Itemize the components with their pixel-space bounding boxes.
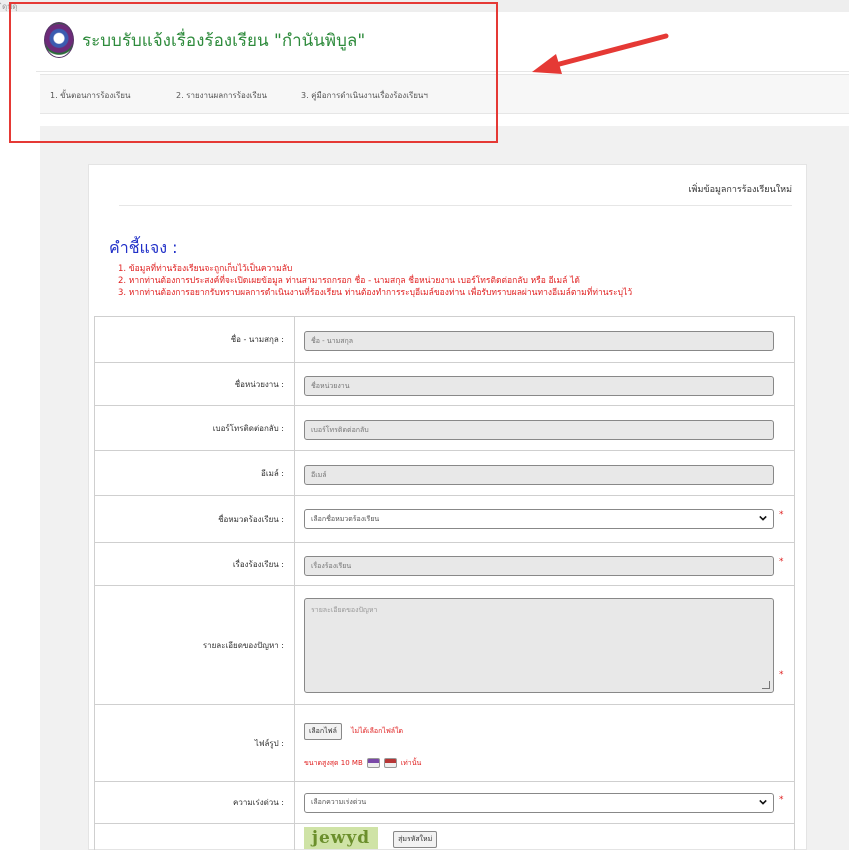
required-marker: *	[779, 795, 784, 805]
urgency-selected-value: เลือกความเร่งด่วน	[311, 798, 367, 806]
phone-input[interactable]	[304, 419, 774, 440]
subject-label: เรื่องร้องเรียน :	[94, 542, 295, 586]
card-title: เพิ่มข้อมูลการร้องเรียนใหม่	[688, 185, 792, 195]
details-placeholder: รายละเอียดของปัญหา	[311, 605, 378, 614]
form-row-agency: ชื่อหน่วยงาน :	[94, 362, 795, 406]
chevron-down-icon	[759, 799, 767, 805]
no-file-chosen-text: ไม่ได้เลือกไฟล์ใด	[350, 726, 404, 735]
choose-file-button[interactable]: เลือกไฟล์	[304, 722, 342, 740]
required-marker: *	[779, 557, 784, 567]
subject-input[interactable]	[304, 555, 774, 576]
complaint-form-table: ชื่อ - นามสกุล : ชื่อหน่วยงาน : เบอร์โทร…	[94, 316, 795, 850]
form-row-phone: เบอร์โทรติดต่อกลับ :	[94, 405, 795, 451]
form-row-urgency: ความเร่งด่วน : เลือกความเร่งด่วน *	[94, 781, 795, 824]
form-row-details: รายละเอียดของปัญหา : รายละเอียดของปัญหา …	[94, 585, 795, 705]
form-row-subject: เรื่องร้องเรียน : *	[94, 542, 795, 586]
details-textarea[interactable]: รายละเอียดของปัญหา	[304, 597, 774, 693]
max-size-suffix: เท่านั้น	[400, 758, 422, 767]
annotation-arrow-icon	[532, 33, 669, 74]
form-row-name: ชื่อ - นามสกุล :	[94, 316, 795, 363]
max-size-prefix: ขนาดสูงสุด 10 MB	[304, 758, 363, 767]
required-marker: *	[779, 670, 784, 680]
card-divider	[119, 205, 792, 206]
pdf-file-icon	[383, 758, 397, 768]
details-label: รายละเอียดของปัญหา :	[94, 585, 295, 705]
required-marker: *	[779, 510, 784, 520]
form-row-captcha: jewyd สุ่มรหัสใหม่	[94, 823, 795, 850]
resize-grip-icon[interactable]	[762, 680, 770, 689]
captcha-image: jewyd	[304, 827, 378, 849]
category-selected-value: เลือกชื่อหมวดร้องเรียน	[311, 514, 380, 523]
agency-label: ชื่อหน่วยงาน :	[94, 362, 295, 406]
refresh-captcha-button[interactable]: สุ่มรหัสใหม่	[393, 831, 438, 848]
chevron-down-icon	[759, 515, 767, 521]
email-label: อีเมล์ :	[94, 450, 295, 496]
attachment-label: ไฟล์รูป :	[94, 704, 295, 782]
agency-input[interactable]	[304, 375, 774, 396]
email-input[interactable]	[304, 464, 774, 485]
instructions-heading: คำชี้แจง :	[109, 238, 178, 257]
image-file-icon	[366, 758, 380, 768]
form-row-category: ชื่อหมวดร้องเรียน : เลือกชื่อหมวดร้องเรี…	[94, 495, 795, 543]
name-input[interactable]	[304, 331, 774, 351]
urgency-label: ความเร่งด่วน :	[94, 781, 295, 824]
category-select[interactable]: เลือกชื่อหมวดร้องเรียน	[304, 509, 774, 529]
phone-label: เบอร์โทรติดต่อกลับ :	[94, 405, 295, 451]
annotation-highlight-box	[9, 2, 498, 143]
complaint-form-card: เพิ่มข้อมูลการร้องเรียนใหม่ คำชี้แจง : 1…	[88, 164, 807, 850]
form-row-email: อีเมล์ :	[94, 450, 795, 496]
category-label: ชื่อหมวดร้องเรียน :	[94, 495, 295, 543]
instruction-line-3: 3. หากท่านต้องการอยากรับทราบผลการดำเนินง…	[118, 288, 633, 298]
form-row-attachment: ไฟล์รูป : เลือกไฟล์ ไม่ได้เลือกไฟล์ใด ขน…	[94, 704, 795, 782]
urgency-select[interactable]: เลือกความเร่งด่วน	[304, 792, 774, 813]
max-size-note: ขนาดสูงสุด 10 MB เท่านั้น	[304, 758, 794, 769]
name-label: ชื่อ - นามสกุล :	[94, 316, 295, 363]
